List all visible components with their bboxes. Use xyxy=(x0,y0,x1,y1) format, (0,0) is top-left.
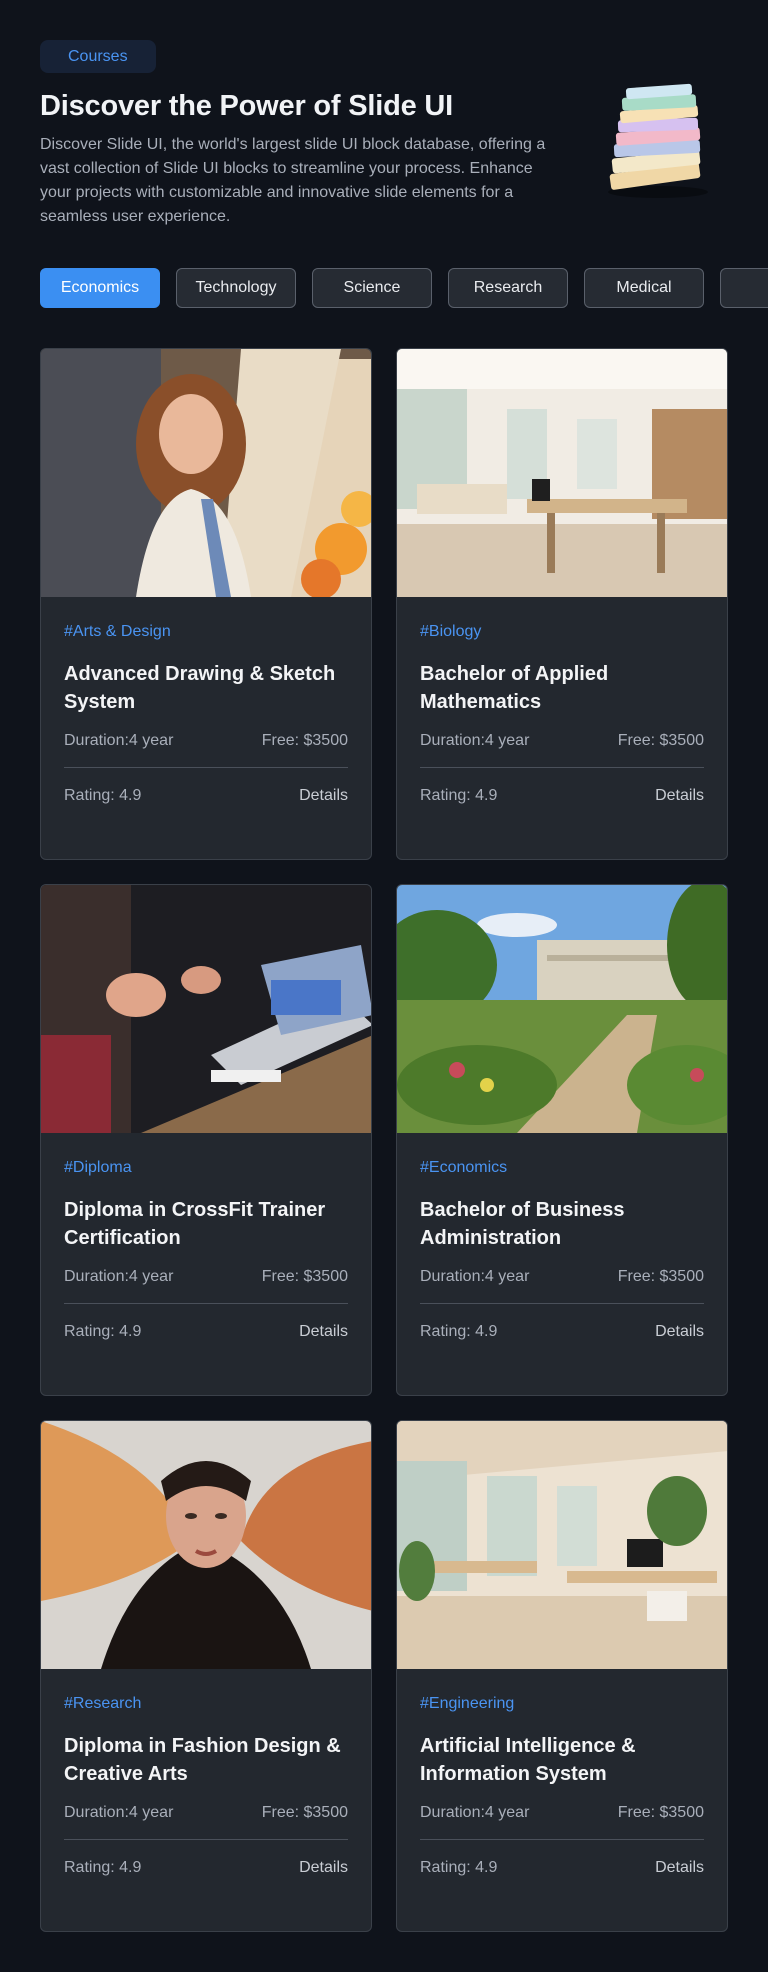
course-card[interactable]: #Engineering Artificial Intelligence & I… xyxy=(396,1420,728,1932)
course-duration: Duration:4 year xyxy=(420,1804,530,1821)
details-link[interactable]: Details xyxy=(299,1323,348,1341)
tab-more[interactable]: Me xyxy=(720,268,768,308)
course-duration: Duration:4 year xyxy=(420,1268,530,1285)
course-tag: #Diploma xyxy=(64,1159,132,1176)
details-link[interactable]: Details xyxy=(299,787,348,805)
course-duration: Duration:4 year xyxy=(64,1268,174,1285)
details-link[interactable]: Details xyxy=(299,1859,348,1877)
course-card[interactable]: #Arts & Design Advanced Drawing & Sketch… xyxy=(40,348,372,860)
course-price: Free: $3500 xyxy=(617,732,704,749)
category-tabs: Economics Technology Science Research Me… xyxy=(40,268,768,308)
course-price: Free: $3500 xyxy=(617,1268,704,1285)
course-title: Advanced Drawing & Sketch System xyxy=(64,663,336,713)
course-title: Bachelor of Applied Mathematics xyxy=(420,663,609,713)
course-tag: #Engineering xyxy=(420,1695,515,1712)
tab-medical[interactable]: Medical xyxy=(584,268,704,308)
page-description: Discover Slide UI, the world's largest s… xyxy=(40,136,546,225)
tab-research[interactable]: Research xyxy=(448,268,568,308)
course-tag: #Biology xyxy=(420,623,482,640)
course-tag: #Economics xyxy=(420,1159,508,1176)
details-link[interactable]: Details xyxy=(655,1323,704,1341)
course-title: Artificial Intelligence & Information Sy… xyxy=(420,1735,636,1785)
course-title: Diploma in CrossFit Trainer Certificatio… xyxy=(64,1199,326,1249)
course-price: Free: $3500 xyxy=(617,1804,704,1821)
course-price: Free: $3500 xyxy=(261,732,348,749)
course-duration: Duration:4 year xyxy=(64,732,174,749)
course-rating: Rating: 4.9 xyxy=(64,1323,142,1340)
course-price: Free: $3500 xyxy=(261,1268,348,1285)
course-rating: Rating: 4.9 xyxy=(420,787,498,804)
course-title: Diploma in Fashion Design & Creative Art… xyxy=(64,1735,341,1785)
tab-economics[interactable]: Economics xyxy=(40,268,160,308)
course-card[interactable]: #Research Diploma in Fashion Design & Cr… xyxy=(40,1420,372,1932)
course-card[interactable]: #Diploma Diploma in CrossFit Trainer Cer… xyxy=(40,884,372,1396)
stack-of-books-icon xyxy=(588,80,728,200)
campus-garden-photo xyxy=(397,885,727,1133)
course-rating: Rating: 4.9 xyxy=(64,1859,142,1876)
course-duration: Duration:4 year xyxy=(420,732,530,749)
bright-office-photo xyxy=(397,349,727,597)
course-rating: Rating: 4.9 xyxy=(420,1859,498,1876)
course-tag: #Arts & Design xyxy=(64,623,171,640)
course-title: Bachelor of Business Administration xyxy=(420,1199,625,1249)
tab-technology[interactable]: Technology xyxy=(176,268,296,308)
details-link[interactable]: Details xyxy=(655,1859,704,1877)
woman-painting-photo xyxy=(41,349,371,597)
laptop-meeting-photo xyxy=(41,885,371,1133)
course-grid: #Arts & Design Advanced Drawing & Sketch… xyxy=(40,348,728,1932)
course-tag: #Research xyxy=(64,1695,142,1712)
course-rating: Rating: 4.9 xyxy=(420,1323,498,1340)
courses-badge: Courses xyxy=(40,40,156,73)
courses-header: Courses Discover the Power of Slide UI D… xyxy=(40,40,728,230)
course-card[interactable]: #Economics Bachelor of Business Administ… xyxy=(396,884,728,1396)
office-workspace-photo xyxy=(397,1421,727,1669)
course-rating: Rating: 4.9 xyxy=(64,787,142,804)
course-duration: Duration:4 year xyxy=(64,1804,174,1821)
course-card[interactable]: #Biology Bachelor of Applied Mathematics… xyxy=(396,348,728,860)
fashion-portrait-photo xyxy=(41,1421,371,1669)
details-link[interactable]: Details xyxy=(655,787,704,805)
tab-science[interactable]: Science xyxy=(312,268,432,308)
course-price: Free: $3500 xyxy=(261,1804,348,1821)
